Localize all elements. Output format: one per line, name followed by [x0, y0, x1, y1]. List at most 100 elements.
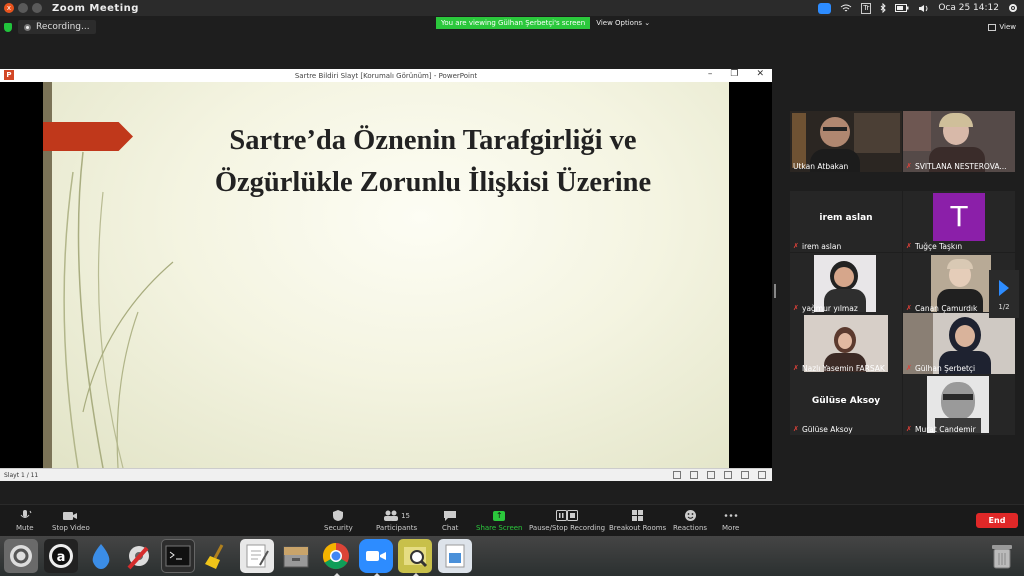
- share-screen-button[interactable]: ↑ Share Screen: [476, 509, 523, 532]
- mute-button[interactable]: Mute: [16, 509, 34, 532]
- view-options-dropdown[interactable]: View Options ⌄: [596, 19, 650, 27]
- restore-icon[interactable]: ❐: [730, 69, 738, 79]
- reading-view-icon[interactable]: [724, 471, 732, 479]
- settings-gear-icon[interactable]: [1008, 3, 1018, 13]
- smiley-icon: [684, 509, 697, 522]
- recording-badge[interactable]: Recording...: [18, 20, 96, 34]
- participant-tile[interactable]: Gülüse Aksoy ✗ Gülüse Aksoy: [790, 374, 902, 435]
- mic-muted-icon: ✗: [906, 425, 912, 433]
- bookshelf-shape: [854, 113, 900, 153]
- reactions-button[interactable]: Reactions: [673, 509, 707, 532]
- participant-avatar: T: [933, 193, 985, 241]
- participant-name-text: Tuğçe Taşkın: [915, 242, 963, 251]
- powerpoint-window-controls: – ❐ ✕: [708, 69, 764, 79]
- view-button-label: View: [999, 23, 1016, 31]
- headscarf-shape: [947, 259, 973, 269]
- window-maximize-button[interactable]: [32, 3, 42, 13]
- mic-muted-icon: ✗: [793, 364, 799, 372]
- gallery-next-page-button[interactable]: 1/2: [989, 270, 1019, 318]
- dock-ubuntu-icon[interactable]: [4, 539, 38, 573]
- normal-view-icon[interactable]: [690, 471, 698, 479]
- participant-tile[interactable]: ✗ yağmur yılmaz: [790, 253, 902, 314]
- dock-photo-icon[interactable]: [438, 539, 472, 573]
- security-button[interactable]: Security: [324, 509, 353, 532]
- dock-trash-icon[interactable]: [985, 539, 1019, 573]
- powerpoint-title-bar: P Sartre Bildiri Slayt [Korumalı Görünüm…: [0, 69, 772, 82]
- grid-view-icon: [988, 23, 997, 31]
- wifi-icon[interactable]: [840, 4, 852, 13]
- mic-muted-icon: ✗: [793, 425, 799, 433]
- dock-terminal-icon[interactable]: [161, 539, 195, 573]
- dock-chrome-icon[interactable]: [319, 539, 353, 576]
- participant-tile[interactable]: irem aslan ✗ irem aslan: [790, 191, 902, 252]
- participant-tile[interactable]: ✗ Gülhan Şerbetçi: [903, 313, 1015, 374]
- slideshow-icon[interactable]: [741, 471, 749, 479]
- zoom-tray-icon[interactable]: [818, 2, 832, 14]
- dock-zoom-icon[interactable]: [359, 539, 393, 576]
- keyboard-layout-indicator[interactable]: Tr: [861, 2, 872, 14]
- participant-name: ✗ Tuğçe Taşkın: [906, 242, 962, 251]
- viewing-screen-badge: You are viewing Gülhan Şerbetçi's screen: [436, 17, 591, 29]
- dock-image-viewer-icon[interactable]: [398, 539, 432, 576]
- participant-tile[interactable]: ✗ Nazlı Yasemin FARSAK: [790, 313, 902, 374]
- chat-label: Chat: [442, 524, 459, 532]
- end-meeting-button[interactable]: End: [976, 513, 1018, 528]
- person-face: [820, 117, 850, 147]
- participant-tile[interactable]: ✗ Murat Candemir: [903, 374, 1015, 435]
- participant-tile[interactable]: Utkan Atbakan: [790, 111, 902, 172]
- dock: a: [0, 536, 1024, 576]
- powerpoint-status-bar: Slayt 1 / 11: [0, 468, 772, 481]
- dock-water-drop-icon[interactable]: [84, 539, 118, 573]
- chat-button[interactable]: Chat: [442, 509, 458, 532]
- participant-name-text: Gülüse Aksoy: [802, 425, 853, 434]
- window-close-button[interactable]: x: [4, 3, 14, 13]
- participant-count: 15: [401, 511, 411, 520]
- notes-icon[interactable]: [673, 471, 681, 479]
- participant-tile[interactable]: T ✗ Tuğçe Taşkın: [903, 191, 1015, 252]
- bookshelf-shape: [792, 113, 806, 168]
- participant-name: Utkan Atbakan: [793, 162, 848, 171]
- slide-title-line-1: Sartre’da Öznenin Tarafgirliği ve: [229, 125, 637, 156]
- dock-text-editor-icon[interactable]: [240, 539, 274, 573]
- background-shape: [903, 111, 931, 151]
- svg-text:a: a: [57, 550, 66, 565]
- stop-video-button[interactable]: Stop Video: [52, 509, 90, 532]
- mic-muted-icon: ✗: [906, 364, 912, 372]
- person-face: [955, 325, 975, 347]
- dock-broom-icon[interactable]: [199, 539, 233, 573]
- breakout-rooms-button[interactable]: Breakout Rooms: [609, 509, 666, 532]
- pause-stop-recording-button[interactable]: Pause/Stop Recording: [529, 509, 605, 532]
- clock[interactable]: Oca 25 14:12: [938, 3, 999, 13]
- more-dots-icon: [724, 509, 738, 522]
- minimize-icon[interactable]: –: [708, 69, 713, 79]
- slide-sorter-icon[interactable]: [707, 471, 715, 479]
- view-button[interactable]: View: [988, 23, 1016, 31]
- dock-file-cabinet-icon[interactable]: [279, 539, 313, 573]
- participant-name-text: Murat Candemir: [915, 425, 976, 434]
- system-tray: Tr Oca 25 14:12: [818, 0, 1024, 16]
- panel-splitter-handle[interactable]: [774, 284, 776, 298]
- security-shield-icon: [4, 22, 12, 32]
- person-face: [834, 267, 854, 287]
- fit-slide-icon[interactable]: [758, 471, 766, 479]
- close-icon[interactable]: ✕: [756, 69, 764, 79]
- chevron-right-icon: [999, 280, 1009, 296]
- powerpoint-logo-icon: P: [4, 70, 14, 80]
- participant-name-text: SVITLANA NESTEROVA...: [915, 162, 1007, 171]
- window-minimize-button[interactable]: [18, 3, 28, 13]
- dock-a-app-icon[interactable]: a: [44, 539, 78, 573]
- volume-icon[interactable]: [918, 4, 929, 13]
- participant-name-text: Nazlı Yasemin FARSAK: [802, 364, 885, 373]
- battery-icon[interactable]: [895, 4, 909, 12]
- participant-name: ✗ Gülüse Aksoy: [793, 425, 853, 434]
- pause-stop-icon: [556, 509, 579, 522]
- glasses-shape: [943, 394, 973, 400]
- participants-button[interactable]: 15 Participants: [376, 509, 417, 532]
- slide-counter: Slayt 1 / 11: [4, 471, 39, 479]
- participant-name: ✗ SVITLANA NESTEROVA...: [906, 162, 1007, 171]
- bluetooth-icon[interactable]: [880, 3, 887, 13]
- more-button[interactable]: More: [722, 509, 739, 532]
- security-shield-icon: [332, 509, 344, 522]
- participant-tile[interactable]: ✗ SVITLANA NESTEROVA...: [903, 111, 1015, 172]
- dock-settings-tools-icon[interactable]: [122, 539, 156, 573]
